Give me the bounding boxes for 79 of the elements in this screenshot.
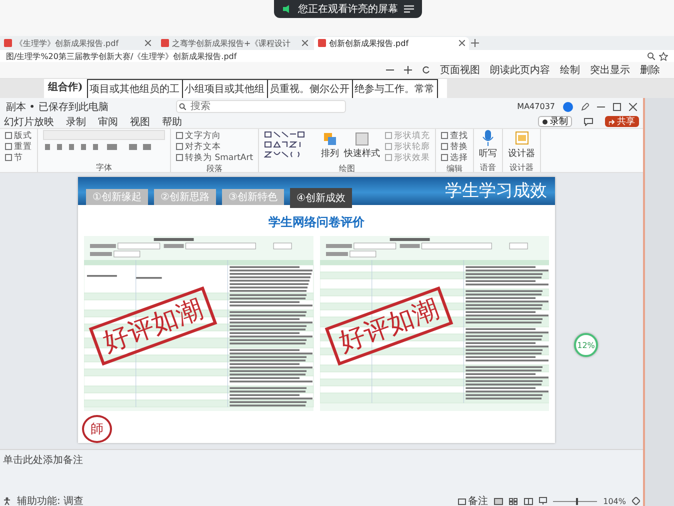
notes-button[interactable]: 备注: [458, 494, 488, 506]
reading-view-icon[interactable]: [524, 498, 534, 504]
accessibility-icon: [3, 497, 11, 505]
user-name: MA47037: [517, 102, 555, 111]
arrange-icon: [323, 132, 338, 146]
slide-heading: 学生学习成效: [445, 180, 548, 202]
toolbar-button[interactable]: 突出显示: [590, 63, 630, 77]
group-label: 段落: [206, 163, 224, 172]
record-icon: [542, 118, 548, 124]
menu-tab[interactable]: 录制: [66, 114, 86, 128]
comment-icon[interactable]: [584, 118, 593, 126]
share-button[interactable]: 共享: [605, 116, 639, 127]
banner-text: 您正在观看许亮的屏幕: [298, 2, 398, 16]
ribbon-button[interactable]: 选择: [441, 152, 468, 163]
ribbon-button[interactable]: 替换: [441, 141, 468, 152]
slider-thumb[interactable]: [576, 498, 578, 504]
pdf-icon: [161, 39, 169, 47]
close-icon[interactable]: [145, 40, 151, 46]
style-icon: [355, 132, 370, 146]
menu-tab[interactable]: 幻灯片放映: [4, 114, 54, 128]
browser-tab[interactable]: 创新创新成果报告.pdf: [314, 36, 469, 50]
menu-tab[interactable]: 审阅: [98, 114, 118, 128]
microphone-icon: [481, 130, 496, 146]
fit-slide-icon[interactable]: [632, 497, 640, 505]
ribbon-button[interactable]: 节: [5, 152, 32, 163]
maximize-icon[interactable]: [613, 102, 621, 110]
pen-icon[interactable]: [581, 102, 589, 110]
notes-icon: [458, 497, 466, 505]
ribbon-button[interactable]: 查找: [441, 130, 468, 141]
ribbon-button[interactable]: 设计器: [508, 130, 536, 160]
ribbon-button[interactable]: 转换为 SmartArt: [176, 152, 254, 163]
ribbon-button[interactable]: 版式: [5, 130, 32, 141]
search-icon[interactable]: [647, 52, 655, 60]
pdf-icon: [4, 39, 12, 47]
toolbar-button[interactable]: 页面视图: [440, 63, 480, 77]
usage-percent: 12%: [577, 340, 595, 350]
font-name-field[interactable]: [43, 130, 165, 140]
rotate-icon[interactable]: [422, 66, 430, 74]
ribbon-button[interactable]: 快速样式: [344, 132, 380, 163]
plus-icon[interactable]: [404, 66, 412, 74]
close-icon[interactable]: [629, 102, 637, 110]
normal-view-icon[interactable]: [494, 498, 504, 504]
ribbon-button[interactable]: 对齐文本: [176, 141, 254, 152]
zoom-level[interactable]: 104%: [603, 496, 626, 506]
ribbon-button[interactable]: 重置: [5, 141, 32, 152]
ribbon-button[interactable]: 听写: [479, 130, 498, 160]
document-title: 副本 • 已保存到此电脑: [6, 100, 108, 114]
row-label: 组合作): [48, 80, 83, 95]
group-label: 编辑: [446, 163, 464, 172]
toolbar-button[interactable]: 删除: [640, 63, 660, 77]
avatar[interactable]: [563, 102, 573, 112]
share-icon: [609, 118, 615, 124]
menu-tab[interactable]: 视图: [130, 114, 150, 128]
speaker-icon: [282, 4, 292, 14]
pdf-icon: [318, 39, 326, 47]
toolbar-button[interactable]: 朗读此页内容: [490, 63, 550, 77]
group-label: 绘图: [338, 163, 356, 172]
search-icon: [179, 103, 186, 110]
toolbar-button[interactable]: 绘制: [560, 63, 580, 77]
group-label: 字体: [95, 162, 113, 172]
browser-tab[interactable]: 之骞学创新成果报告+《课程设计: [157, 36, 312, 50]
plus-icon[interactable]: [471, 39, 479, 47]
browser-tab[interactable]: 《生理学》创新成果报告.pdf: [0, 36, 155, 50]
record-button[interactable]: 录制: [538, 116, 572, 127]
menu-tab[interactable]: 帮助: [162, 114, 182, 128]
ribbon-button[interactable]: 排列: [321, 132, 340, 163]
ribbon-button[interactable]: 文字方向: [176, 130, 254, 141]
accessibility-status[interactable]: 辅助功能: 调查: [17, 494, 84, 506]
slideshow-icon[interactable]: [539, 497, 548, 505]
close-icon[interactable]: [459, 40, 465, 46]
slide-sorter-icon[interactable]: [509, 498, 518, 504]
star-icon[interactable]: [659, 52, 668, 60]
close-icon[interactable]: [302, 40, 308, 46]
group-label: 语音: [479, 162, 498, 172]
menu-icon[interactable]: [404, 5, 414, 13]
search-field[interactable]: 搜索: [176, 100, 346, 113]
seal-logo: 師: [82, 414, 112, 443]
group-label: 设计器: [508, 162, 535, 172]
slide-title: 学生网络问卷评价: [268, 214, 366, 231]
